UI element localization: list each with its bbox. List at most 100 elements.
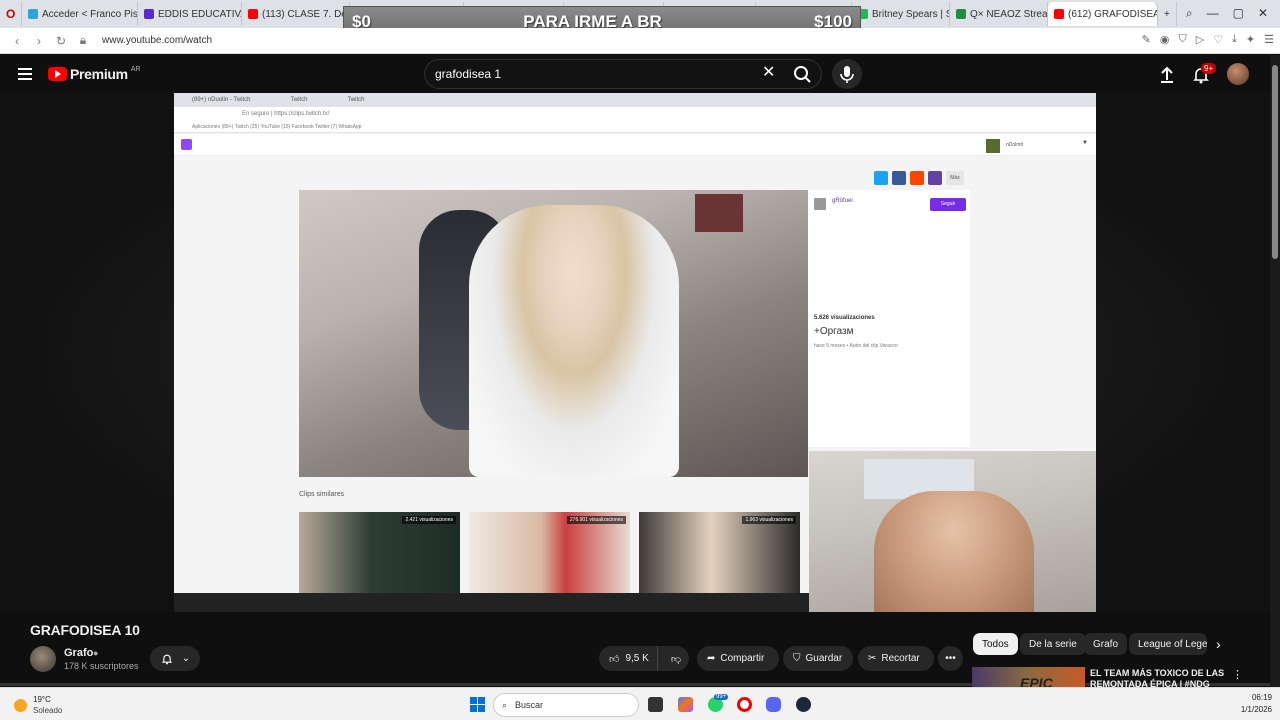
- edit-icon[interactable]: ✎: [1142, 33, 1151, 46]
- camera-icon[interactable]: ◉: [1160, 33, 1170, 46]
- inner-url-bar: En seguro | https://clips.twitch.tv/: [174, 107, 1096, 121]
- recommended-video-thumbnail[interactable]: EPIC: [972, 667, 1085, 687]
- address-bar-row: ‹ › ↻ 🔒︎ www.youtube.com/watch ✎ ◉ ⛉ ▷ ♡…: [0, 28, 1280, 54]
- clock-time[interactable]: 06:19: [1242, 693, 1272, 702]
- search-tabs-icon[interactable]: ⌕: [1186, 6, 1193, 21]
- like-button[interactable]: 👍︎ 9,5 K: [599, 646, 658, 671]
- facecam-overlay: [809, 451, 1096, 612]
- tab-label: (612) GRAFODISEA 10: [1068, 8, 1158, 20]
- taskbar-search[interactable]: ⌕ Buscar: [493, 693, 639, 717]
- more-icon: •••: [945, 653, 956, 664]
- browser-tab[interactable]: Q× NEAOZ Stream: [950, 2, 1048, 26]
- window-controls: ⌕ — ▢ ✕: [1186, 0, 1280, 26]
- forward-icon[interactable]: ›: [28, 34, 50, 48]
- reload-icon[interactable]: ↻: [50, 34, 72, 48]
- twitch-logo-icon: [181, 139, 192, 150]
- inner-taskbar: [174, 593, 809, 612]
- search-input[interactable]: [425, 67, 745, 81]
- browser-tab[interactable]: Acceder < Franco Piss: [22, 2, 138, 26]
- subscription-bell-button[interactable]: ⌄: [150, 646, 200, 671]
- taskbar-search-placeholder: Buscar: [515, 700, 544, 710]
- streamer-avatar: [814, 198, 826, 210]
- kebab-menu-icon[interactable]: ⋮: [1232, 668, 1243, 681]
- weather-description: Soleado: [33, 706, 63, 715]
- thumb-views: 2.421 visualizaciones: [402, 516, 456, 524]
- sun-icon[interactable]: [14, 699, 27, 712]
- page-scrollbar[interactable]: [1270, 55, 1280, 687]
- clip-info-panel: gRöfuei Seguir 5.626 visualizaciones +Ор…: [808, 190, 970, 447]
- save-button[interactable]: ⛉ Guardar: [783, 646, 853, 671]
- similar-clip-thumb: 276.901 visualizaciones: [469, 512, 630, 593]
- thumbs-up-icon: 👍︎: [609, 653, 620, 665]
- clear-search-icon[interactable]: ✕: [762, 65, 775, 81]
- settings-icon[interactable]: ☰: [1264, 33, 1274, 46]
- video-content[interactable]: (89+) nDuolin - Twitch Twitch Twitch En …: [174, 93, 1096, 612]
- like-count: 9,5 K: [625, 653, 649, 664]
- chip-de-la-serie[interactable]: De la serie: [1020, 633, 1086, 655]
- save-label: Guardar: [805, 653, 843, 664]
- twitch-top-bar: nDolmit ▼: [174, 134, 1096, 156]
- share-icons: Más: [874, 171, 964, 185]
- tab-favicon-icon: [144, 9, 154, 19]
- search-icon[interactable]: [785, 59, 821, 89]
- chip-grafo[interactable]: Grafo: [1084, 633, 1128, 655]
- inner-browser-tabs: (89+) nDuolin - Twitch Twitch Twitch: [174, 93, 1096, 107]
- channel-avatar[interactable]: [30, 646, 56, 672]
- chip-league-of-legends[interactable]: League of Legends: [1129, 633, 1207, 655]
- heart-icon[interactable]: ♡: [1213, 33, 1223, 46]
- clip-title: +Оргазм: [814, 326, 854, 337]
- close-window-icon[interactable]: ✕: [1258, 6, 1268, 20]
- windows-start-icon[interactable]: [470, 697, 485, 712]
- pin-icon[interactable]: ✦: [1246, 33, 1255, 46]
- inner-tab: (89+) nDuolin - Twitch: [192, 97, 251, 103]
- steam-icon[interactable]: [796, 697, 811, 712]
- browser-tab[interactable]: (113) CLASE 7. Deport: [242, 2, 350, 26]
- similar-clips-label: Clips similares: [299, 491, 345, 498]
- scissors-icon: ✂: [868, 653, 877, 664]
- tab-label: Acceder < Franco Piss: [42, 8, 138, 20]
- upload-icon[interactable]: [1156, 64, 1178, 86]
- url-field[interactable]: www.youtube.com/watch: [102, 35, 212, 46]
- clip-button[interactable]: ✂ Recortar: [858, 646, 934, 671]
- thumb-text: EPIC: [1020, 675, 1053, 687]
- thumb-views: 1.963 visualizaciones: [742, 516, 796, 524]
- tab-favicon-icon: [248, 9, 258, 19]
- vk-icon: [928, 171, 942, 185]
- logo-text: Premium: [70, 66, 128, 82]
- menu-icon[interactable]: [18, 68, 32, 83]
- chip-todos[interactable]: Todos: [973, 633, 1018, 655]
- dislike-button[interactable]: 👎︎: [663, 653, 681, 665]
- minimize-icon[interactable]: —: [1207, 6, 1219, 20]
- streamer-figure: [469, 205, 679, 477]
- chevron-down-icon: ⌄: [181, 653, 191, 664]
- copilot-icon[interactable]: [678, 697, 693, 712]
- share-button[interactable]: ➦ Compartir: [697, 646, 779, 671]
- opera-menu-icon[interactable]: O: [0, 2, 22, 26]
- more-actions-button[interactable]: •••: [938, 646, 963, 671]
- opera-icon[interactable]: [737, 697, 752, 712]
- download-icon[interactable]: ⤓: [1232, 33, 1237, 46]
- youtube-header: Premium AR ✕ 9+: [0, 55, 1270, 93]
- chevron-right-icon[interactable]: ›: [1216, 636, 1221, 652]
- tab-label: EDDIS EDUCATIVA [Cl: [158, 8, 242, 20]
- user-avatar[interactable]: [1227, 63, 1249, 85]
- back-icon[interactable]: ‹: [6, 34, 28, 48]
- discord-icon[interactable]: [766, 697, 781, 712]
- clock-date[interactable]: 1/1/2026: [1229, 705, 1272, 714]
- file-manager-icon[interactable]: [648, 697, 663, 712]
- browser-tab[interactable]: (612) GRAFODISEA 10: [1048, 2, 1158, 26]
- shield-icon[interactable]: ⛉: [1178, 33, 1186, 46]
- player-icon[interactable]: ▷: [1196, 33, 1204, 46]
- maximize-icon[interactable]: ▢: [1233, 6, 1244, 20]
- scrollbar-thumb[interactable]: [1272, 65, 1278, 259]
- browser-tab[interactable]: Britney Spears | Spoti: [852, 2, 950, 26]
- weather-temperature[interactable]: 19°C: [33, 695, 51, 704]
- new-tab-icon[interactable]: +: [1158, 2, 1177, 26]
- youtube-play-icon: [48, 67, 67, 81]
- browser-tab[interactable]: EDDIS EDUCATIVA [Cl: [138, 2, 242, 26]
- channel-name[interactable]: Grafo: [64, 647, 93, 659]
- youtube-logo[interactable]: Premium AR: [48, 66, 141, 82]
- share-icon: ➦: [707, 653, 716, 664]
- recommended-video-title[interactable]: EL TEAM MÁS TOXICO DE LAS REMONTADA ÉPIC…: [1090, 668, 1225, 688]
- microphone-icon[interactable]: [832, 59, 862, 89]
